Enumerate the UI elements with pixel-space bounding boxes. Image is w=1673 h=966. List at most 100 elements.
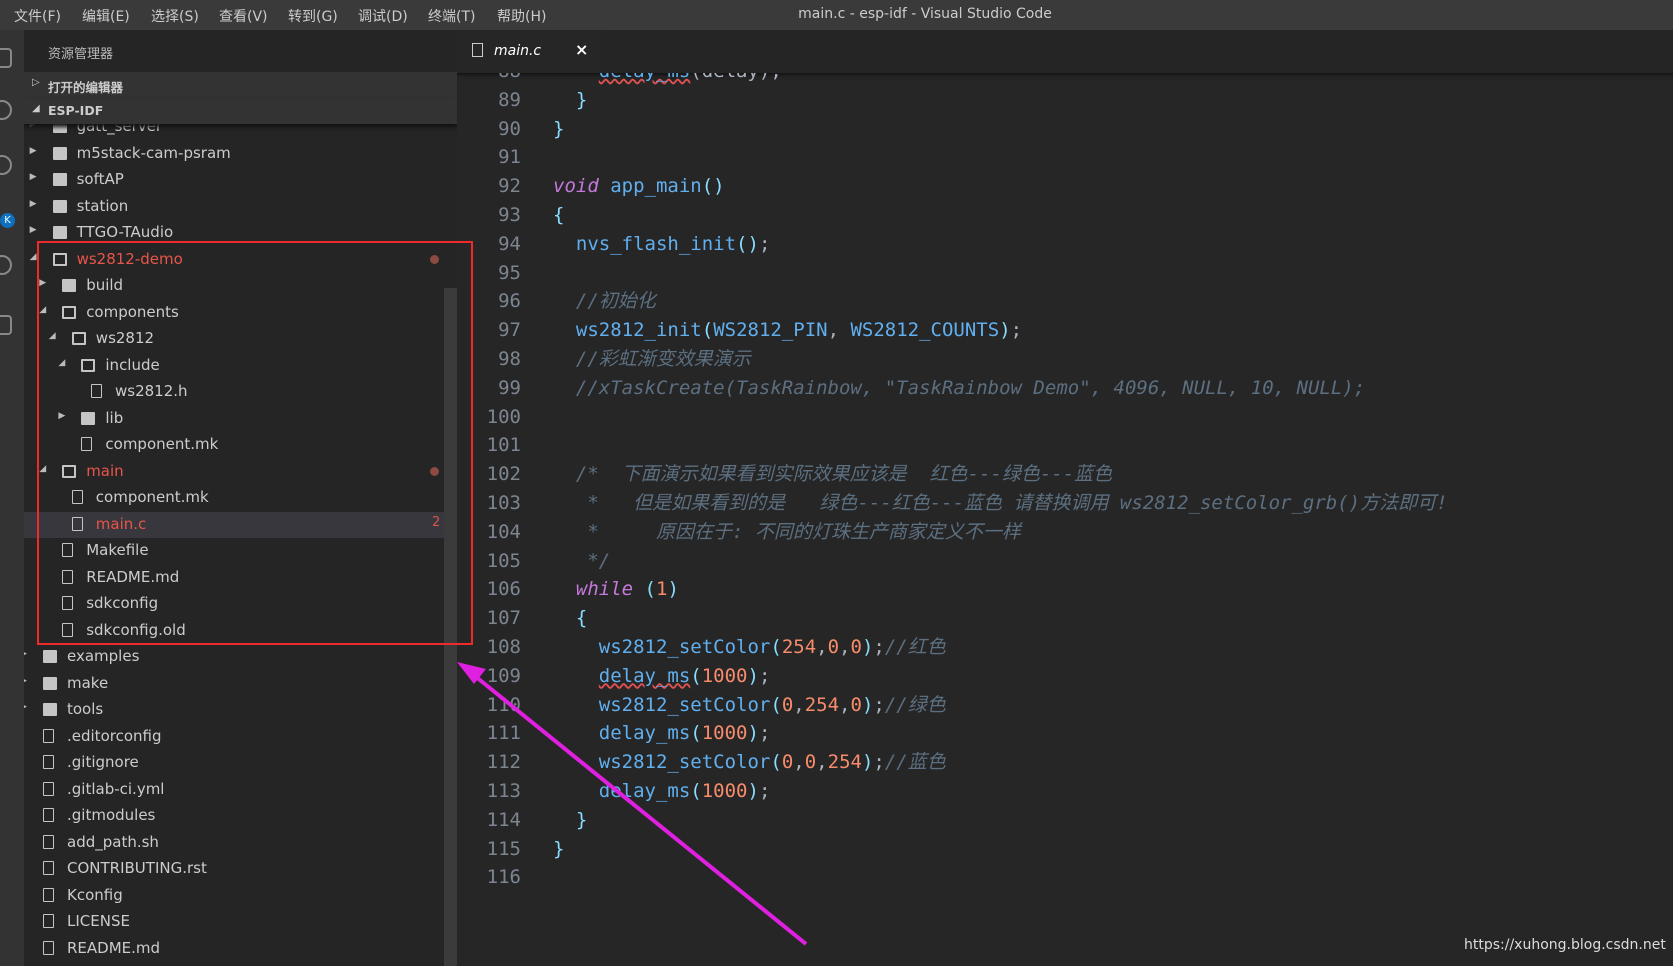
code-token: ws2812_setColor: [598, 751, 771, 774]
tab-main-c[interactable]: main.c ×: [457, 30, 602, 73]
code-token: (: [644, 578, 656, 601]
explorer-icon[interactable]: [0, 48, 12, 68]
code-token: ,: [839, 636, 851, 658]
tree-item[interactable]: .editorconfig: [24, 724, 444, 750]
code-editor[interactable]: 88 delay_ms(delay);89 }90}9192void app_m…: [457, 73, 1673, 966]
menu-bar: 文件(F) 编辑(E) 选择(S) 查看(V) 转到(G) 调试(D) 终端(T) 帮助(H)…: [0, 0, 1673, 30]
code-line: void app_main(): [553, 172, 725, 201]
code-token: ;: [758, 780, 771, 802]
line-number: 109: [486, 664, 521, 687]
tree-item-label: .gitmodules: [67, 806, 156, 824]
file-icon: [43, 887, 54, 902]
file-icon: [43, 808, 54, 822]
tree-item[interactable]: LICENSE: [24, 909, 444, 935]
code-token: }: [553, 837, 565, 860]
folder-icon: [43, 650, 57, 663]
code-token: }: [553, 117, 565, 140]
watermark: https://xuhong.blog.csdn.net: [1464, 937, 1666, 953]
tree-item-label: CONTRIBUTING.rst: [67, 859, 207, 877]
tree-item-label: station: [76, 196, 129, 215]
code-line: //xTaskCreate(TaskRainbow, "TaskRainbow …: [553, 374, 1365, 403]
code-token: delay_ms: [598, 664, 691, 687]
code-token: ;: [758, 232, 771, 255]
tree-item[interactable]: Kconfig: [24, 883, 444, 909]
code-token: ,: [827, 319, 851, 342]
tree-item[interactable]: .gitlab-ci.yml: [24, 777, 444, 803]
code-line: ws2812_setColor(0,254,0);//绿色: [553, 691, 946, 720]
activity-bar: K: [0, 30, 24, 966]
chevron-right-icon[interactable]: ▶: [30, 146, 37, 156]
chevron-right-icon[interactable]: ▶: [24, 702, 27, 712]
folder-icon: [52, 226, 67, 239]
tree-item[interactable]: .gitmodules: [24, 803, 444, 829]
code-line: {: [553, 201, 564, 230]
code-token: (): [701, 175, 725, 198]
tree-item[interactable]: ▶ tools: [24, 697, 444, 723]
tree-item[interactable]: ▶ m5stack-cam-psram: [24, 141, 444, 167]
tree-item[interactable]: README.md: [24, 936, 444, 962]
tree-item[interactable]: ▶ make: [24, 671, 444, 697]
code-token: 254: [781, 636, 817, 658]
code-line: {: [553, 604, 587, 633]
code-token: ;: [1010, 319, 1023, 342]
code-line: nvs_flash_init();: [553, 230, 771, 259]
file-icon: [43, 728, 54, 743]
tree-item[interactable]: ▶ examples: [24, 644, 444, 670]
chevron-right-icon[interactable]: ▶: [30, 225, 37, 235]
explorer-title: 资源管理器: [48, 47, 114, 62]
line-number: 92: [498, 175, 521, 198]
code-line: * 但是如果看到的是 绿色---红色---蓝色 请替换调用 ws2812_set…: [553, 489, 1447, 518]
close-tab-button[interactable]: ×: [575, 40, 588, 59]
code-line: delay_ms(delay);: [553, 73, 782, 86]
tree-item-label: TTGO-TAudio: [76, 223, 174, 241]
code-token: ,: [793, 751, 805, 774]
code-token: ,: [793, 693, 805, 716]
file-icon: [43, 834, 54, 849]
source-control-icon[interactable]: [0, 155, 12, 175]
code-token: 0: [781, 751, 794, 774]
code-token: (: [690, 722, 702, 745]
chevron-right-icon[interactable]: ▶: [24, 676, 27, 686]
notification-badge: K: [0, 213, 15, 228]
search-icon[interactable]: [0, 100, 12, 120]
code-token: delay_ms: [598, 780, 691, 802]
debug-icon[interactable]: [0, 255, 12, 275]
chevron-right-icon[interactable]: ▶: [24, 649, 27, 659]
tree-item-label: .gitlab-ci.yml: [67, 779, 165, 798]
file-icon: [43, 861, 54, 875]
code-token: ): [861, 636, 874, 658]
code-line: delay_ms(1000);: [553, 662, 771, 691]
chevron-down-icon[interactable]: ◢: [30, 252, 37, 262]
code-token: ;: [873, 751, 885, 774]
extensions-icon[interactable]: [0, 315, 12, 335]
code-token: {: [553, 204, 565, 226]
tree-item[interactable]: .gitignore: [24, 750, 444, 776]
line-number: 115: [486, 837, 521, 860]
code-token: 0: [804, 751, 817, 774]
code-line: }: [553, 835, 564, 864]
code-token: ): [861, 751, 874, 774]
code-token: ): [667, 578, 679, 601]
tree-item[interactable]: CONTRIBUTING.rst: [24, 856, 444, 882]
tree-item[interactable]: add_path.sh: [24, 830, 444, 856]
chevron-right-icon[interactable]: ▶: [30, 172, 37, 182]
code-line: */: [553, 547, 610, 576]
esp-idf-section[interactable]: ◢ ESP-IDF: [24, 98, 457, 124]
tree-item-label: softAP: [76, 170, 124, 188]
open-editors-section[interactable]: ▷ 打开的编辑器: [24, 72, 457, 98]
code-token: {: [553, 607, 588, 630]
tree-item[interactable]: ▶ softAP: [24, 167, 444, 193]
tree-item[interactable]: requirements.txt: [24, 962, 444, 966]
tree-item[interactable]: ▶ station: [24, 194, 444, 220]
code-line: ws2812_setColor(0,0,254);//蓝色: [553, 748, 946, 777]
code-line: }: [553, 115, 564, 144]
code-token: 0: [827, 636, 840, 658]
chevron-right-icon[interactable]: ▶: [30, 199, 37, 209]
code-token: app_main: [610, 175, 702, 198]
